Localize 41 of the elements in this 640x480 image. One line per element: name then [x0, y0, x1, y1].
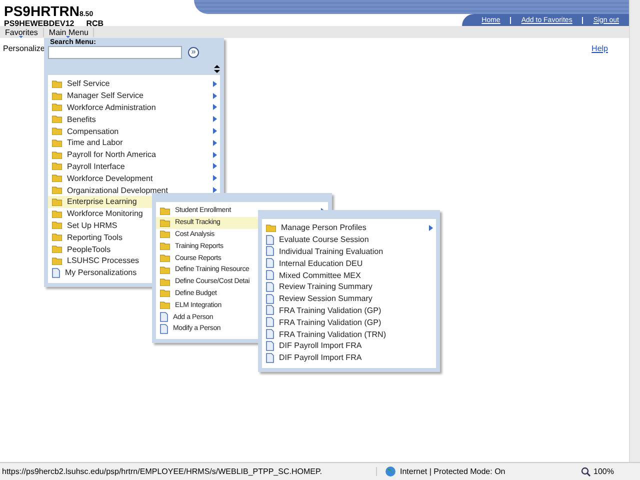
menu-item[interactable]: DIF Payroll Import FRA [262, 352, 436, 364]
menu-item[interactable]: FRA Training Validation (TRN) [262, 328, 436, 340]
document-icon [266, 352, 274, 363]
menu-item[interactable]: Payroll for North America [48, 148, 220, 161]
search-go-button[interactable]: » [188, 47, 199, 58]
server-name: PS9HEWEBDEV12 [4, 19, 74, 28]
menu-item[interactable]: Manager Self Service [48, 90, 220, 102]
user-id: RCB [86, 19, 104, 28]
folder-icon [266, 224, 276, 232]
menu-item[interactable]: FRA Training Validation (GP) [262, 316, 436, 328]
personalize-link[interactable]: Personalize [3, 44, 45, 53]
document-icon [266, 317, 274, 328]
app-name: PS9HRTRN [4, 3, 80, 19]
scrollbar[interactable] [629, 0, 640, 462]
menu-item[interactable]: DIF Payroll Import FRA [262, 340, 436, 352]
menu-item[interactable]: Internal Education DEU [262, 257, 436, 270]
menu-item[interactable]: Payroll Interface [48, 160, 220, 172]
menu-item[interactable]: Organizational Development [48, 184, 220, 196]
magnifier-icon [580, 466, 591, 476]
globe-icon [385, 466, 396, 477]
submenu-arrow-icon [429, 224, 433, 231]
menu-item[interactable]: Review Training Summary [262, 280, 436, 293]
menu-item[interactable]: Evaluate Course Session [262, 234, 436, 246]
menu-item[interactable]: FRA Training Validation (GP) [262, 304, 436, 316]
zoom-level[interactable]: 100% [594, 467, 614, 476]
menu-item[interactable]: Workforce Administration [48, 102, 220, 114]
menu-item[interactable]: Review Session Summary [262, 292, 436, 305]
menu-item[interactable]: Time and Labor [48, 136, 220, 149]
menu-item[interactable]: Self Service [48, 78, 220, 90]
help-link[interactable]: Help [592, 44, 608, 53]
document-icon [266, 258, 274, 268]
sort-icon[interactable] [214, 65, 220, 73]
security-zone: Internet | Protected Mode: On [400, 467, 506, 476]
menu-item[interactable]: Mixed Committee MEX [262, 269, 436, 281]
document-icon [52, 268, 60, 278]
menu-item[interactable]: Benefits [48, 113, 220, 126]
status-url: https://ps9hercb2.lsuhsc.edu/psp/hrtrn/EMPLOYEE/HRMS/s/WEBLIB_PTPP_SC.HOMEP. [0, 467, 377, 476]
search-field[interactable] [48, 46, 182, 59]
menu-item[interactable]: Workforce Development [48, 172, 220, 184]
menu-item[interactable]: Individual Training Evaluation [262, 246, 436, 258]
menu-item[interactable]: Compensation [48, 125, 220, 137]
